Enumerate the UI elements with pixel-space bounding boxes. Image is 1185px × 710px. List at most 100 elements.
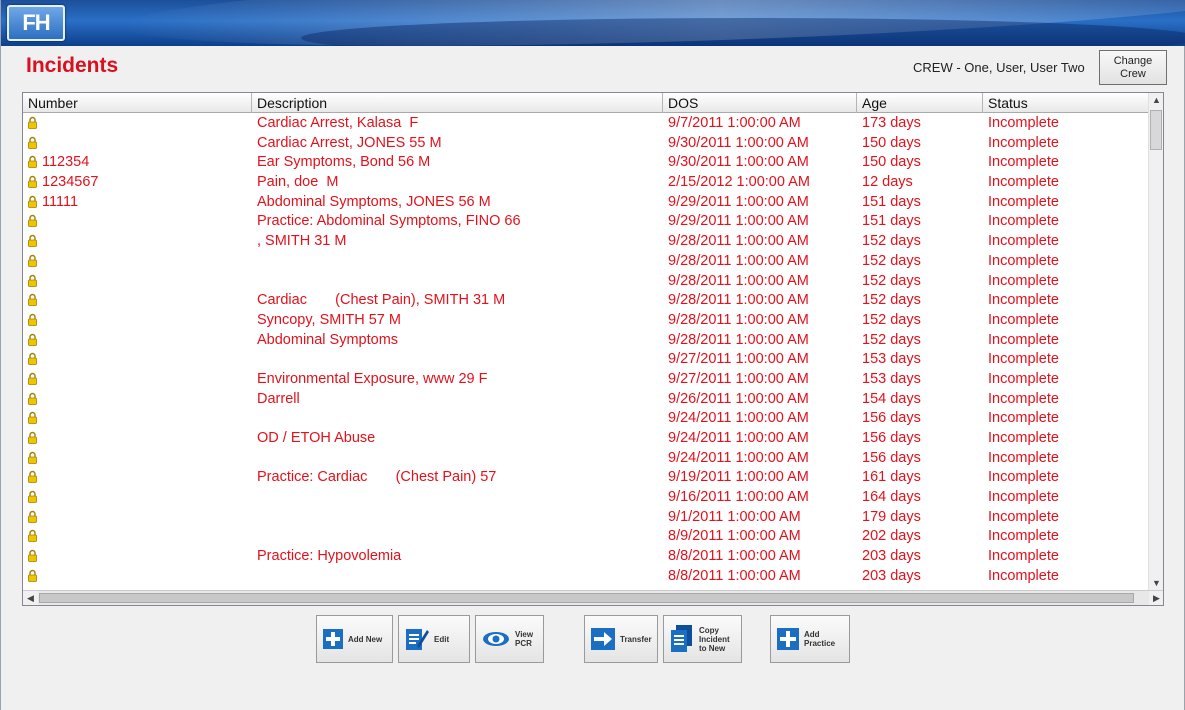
- table-row[interactable]: 9/28/2011 1:00:00 AM 152 days Incomplete: [23, 252, 1149, 272]
- copy-document-icon: [671, 625, 692, 652]
- cell-description: Abdominal Symptoms: [257, 331, 399, 348]
- table-row[interactable]: Abdominal Symptoms 9/28/2011 1:00:00 AM 15…: [23, 331, 1149, 351]
- cell-status: Incomplete: [988, 134, 1059, 151]
- table-row[interactable]: 11111 Abdominal Symptoms, JONES 56 M 9/29/…: [23, 193, 1149, 213]
- column-header-age[interactable]: Age: [857, 93, 983, 113]
- lock-icon: [28, 412, 37, 425]
- copy-label-line2: Incident: [699, 634, 730, 644]
- lock-icon: [28, 333, 37, 346]
- cell-age: 150 days: [862, 134, 921, 151]
- cell-status: Incomplete: [988, 548, 1059, 565]
- table-row[interactable]: Cardiac Arrest, Kalasa F 9/7/2011 1:00:00…: [23, 114, 1149, 134]
- cell-number: 1234567: [42, 174, 99, 191]
- cell-age: 156 days: [862, 449, 921, 466]
- cell-status: Incomplete: [988, 567, 1059, 584]
- lock-icon: [28, 116, 37, 129]
- copy-incident-button[interactable]: Copy Incident to New: [663, 615, 742, 663]
- cell-age: 152 days: [862, 292, 921, 309]
- table-row[interactable]: 9/1/2011 1:00:00 AM 179 days Incomplete: [23, 508, 1149, 528]
- table-row[interactable]: Environmental Exposure, www 29 F 9/27/201…: [23, 370, 1149, 390]
- vertical-scroll-thumb[interactable]: [1150, 110, 1162, 150]
- cell-age: 202 days: [862, 528, 921, 545]
- copy-label-line1: Copy: [699, 625, 719, 635]
- edit-document-icon: [406, 629, 429, 650]
- cell-status: Incomplete: [988, 193, 1059, 210]
- cell-age: 151 days: [862, 213, 921, 230]
- table-row[interactable]: Practice: Hypovolemia 8/8/2011 1:00:00 AM…: [23, 547, 1149, 567]
- cell-status: Incomplete: [988, 272, 1059, 289]
- vertical-scrollbar[interactable]: ▲ ▼: [1148, 93, 1163, 591]
- lock-icon: [28, 510, 37, 523]
- cell-dos: 9/27/2011 1:00:00 AM: [668, 370, 809, 387]
- table-row[interactable]: , SMITH 31 M 9/28/2011 1:00:00 AM 152 days…: [23, 232, 1149, 252]
- column-header-status[interactable]: Status: [983, 93, 1149, 113]
- cell-description: OD / ETOH Abuse: [257, 430, 376, 446]
- cell-dos: 9/29/2011 1:00:00 AM: [668, 193, 809, 210]
- change-crew-label-line1: Change: [1113, 55, 1153, 67]
- add-new-label: Add New: [348, 634, 383, 644]
- table-row[interactable]: Syncopy, SMITH 57 M 9/28/2011 1:00:00 AM 1…: [23, 311, 1149, 331]
- table-row[interactable]: Cardiac (Chest Pain), SMITH 31 M 9/28/201…: [23, 291, 1149, 311]
- cell-status: Incomplete: [988, 430, 1059, 446]
- scroll-up-arrow-icon[interactable]: ▲: [1149, 93, 1163, 108]
- horizontal-scrollbar[interactable]: ◀ ▶: [23, 590, 1163, 605]
- cell-dos: 9/28/2011 1:00:00 AM: [668, 311, 809, 328]
- crew-label: CREW - One, User, User Two: [913, 60, 1085, 75]
- table-row[interactable]: 9/16/2011 1:00:00 AM 164 days Incomplete: [23, 488, 1149, 508]
- cell-age: 203 days: [862, 567, 921, 584]
- column-header-description[interactable]: Description: [252, 93, 663, 113]
- table-row[interactable]: Cardiac Arrest, JONES 55 M 9/30/2011 1:00…: [23, 134, 1149, 154]
- cell-age: 153 days: [862, 370, 921, 387]
- table-row[interactable]: 9/24/2011 1:00:00 AM 156 days Incomplete: [23, 409, 1149, 429]
- column-header-number[interactable]: Number: [23, 93, 252, 113]
- scroll-right-arrow-icon[interactable]: ▶: [1149, 591, 1163, 605]
- table-row[interactable]: Practice: Cardiac (Chest Pain) 57 9/19/20…: [23, 468, 1149, 488]
- cell-description: Pain, doe M: [257, 174, 339, 191]
- column-header-dos[interactable]: DOS: [663, 93, 857, 113]
- transfer-button[interactable]: Transfer: [584, 615, 658, 663]
- cell-description: Darrell: [257, 390, 300, 407]
- table-row[interactable]: 9/24/2011 1:00:00 AM 156 days Incomplete: [23, 449, 1149, 469]
- scroll-down-arrow-icon[interactable]: ▼: [1149, 576, 1163, 591]
- table-row[interactable]: 9/28/2011 1:00:00 AM 152 days Incomplete: [23, 272, 1149, 292]
- view-pcr-label-line1: View: [515, 630, 534, 639]
- scroll-left-arrow-icon[interactable]: ◀: [23, 591, 38, 605]
- table-row[interactable]: 9/27/2011 1:00:00 AM 153 days Incomplete: [23, 350, 1149, 370]
- transfer-arrow-icon: [591, 628, 615, 650]
- lock-icon: [28, 392, 37, 405]
- cell-dos: 9/28/2011 1:00:00 AM: [668, 233, 809, 250]
- lock-icon: [28, 569, 37, 582]
- cell-dos: 9/29/2011 1:00:00 AM: [668, 213, 809, 230]
- edit-button[interactable]: Edit: [398, 615, 470, 663]
- cell-description: Syncopy, SMITH 57 M: [257, 311, 401, 328]
- cell-status: Incomplete: [988, 508, 1059, 525]
- cell-dos: 9/30/2011 1:00:00 AM: [668, 134, 809, 151]
- add-practice-label-line1: Add: [804, 630, 820, 639]
- lock-icon: [28, 274, 37, 287]
- table-row[interactable]: Darrell 9/26/2011 1:00:00 AM 154 days Incom…: [23, 390, 1149, 410]
- cell-dos: 9/30/2011 1:00:00 AM: [668, 154, 809, 171]
- cell-age: 153 days: [862, 351, 921, 368]
- cell-description: Cardiac Arrest, Kalasa F: [257, 115, 419, 131]
- table-row[interactable]: 1234567 Pain, doe M 2/15/2012 1:00:00 AM 12…: [23, 173, 1149, 193]
- add-practice-button[interactable]: Add Practice: [770, 615, 850, 663]
- cell-dos: 9/16/2011 1:00:00 AM: [668, 489, 809, 506]
- lock-icon: [28, 313, 37, 326]
- table-row[interactable]: OD / ETOH Abuse 9/24/2011 1:00:00 AM 156 d…: [23, 429, 1149, 449]
- add-new-button[interactable]: Add New: [316, 615, 393, 663]
- cell-dos: 2/15/2012 1:00:00 AM: [668, 174, 810, 191]
- view-pcr-button[interactable]: View PCR: [475, 615, 544, 663]
- table-row[interactable]: 112354 Ear Symptoms, Bond 56 M 9/30/2011 1…: [23, 153, 1149, 173]
- change-crew-button[interactable]: Change Crew: [1099, 50, 1167, 85]
- incidents-grid[interactable]: Number Description DOS Age Status Cardia…: [22, 92, 1164, 606]
- table-row[interactable]: Practice: Abdominal Symptoms, FINO 66 9/2…: [23, 212, 1149, 232]
- table-row[interactable]: 8/9/2011 1:00:00 AM 202 days Incomplete: [23, 527, 1149, 547]
- cell-dos: 9/27/2011 1:00:00 AM: [668, 351, 809, 368]
- horizontal-scroll-thumb[interactable]: [39, 593, 1134, 603]
- table-row[interactable]: 8/8/2011 1:00:00 AM 203 days Incomplete: [23, 567, 1149, 587]
- edit-label: Edit: [434, 634, 450, 644]
- cell-status: Incomplete: [988, 528, 1059, 545]
- cell-status: Incomplete: [988, 390, 1059, 407]
- copy-label-line3: to New: [699, 643, 726, 653]
- cell-dos: 9/28/2011 1:00:00 AM: [668, 292, 809, 309]
